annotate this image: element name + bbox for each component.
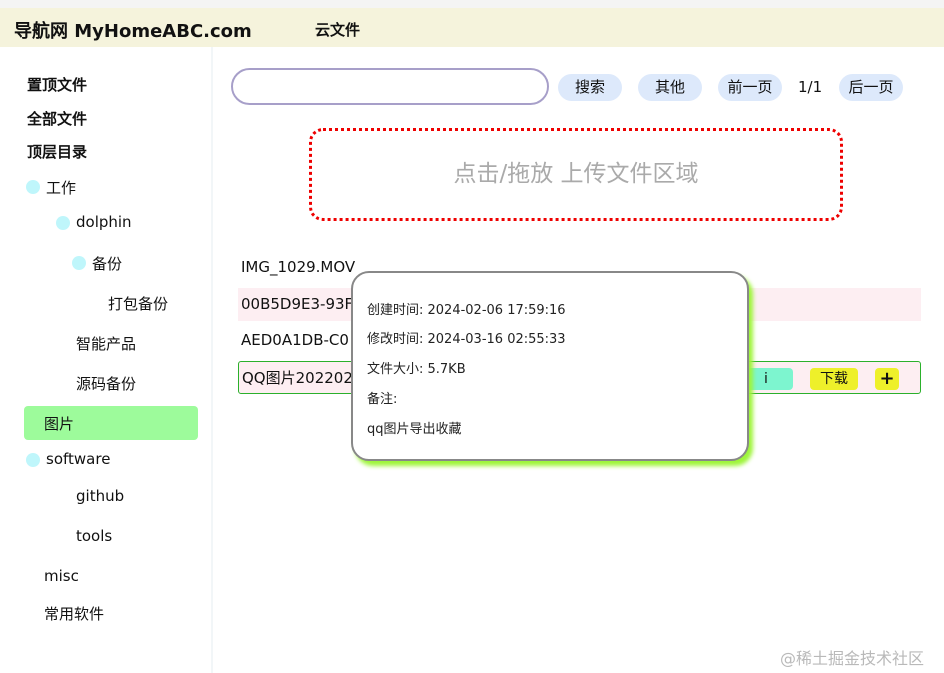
page-indicator: 1/1 (798, 78, 822, 96)
upload-dropzone[interactable]: 点击/拖放 上传文件区域 (309, 128, 843, 221)
file-name: IMG_1029.MOV (241, 258, 355, 276)
folder-tools[interactable]: tools (76, 527, 112, 545)
folder-github[interactable]: github (76, 487, 124, 505)
header: 导航网 MyHomeABC.com 云文件 (0, 8, 944, 47)
file-name: 00B5D9E3-93F (241, 295, 353, 313)
folder-work[interactable]: 工作 (46, 177, 76, 198)
note-text: qq图片导出收藏 (367, 418, 462, 437)
created-time: 创建时间: 2024-02-06 17:59:16 (367, 299, 566, 318)
file-size: 文件大小: 5.7KB (367, 358, 466, 377)
note-label: 备注: (367, 388, 397, 407)
folder-backup[interactable]: 备份 (92, 253, 122, 274)
brand-link[interactable]: 导航网 MyHomeABC.com (14, 17, 252, 43)
folder-pictures[interactable]: 图片 (44, 413, 74, 434)
folder-misc[interactable]: misc (44, 567, 79, 585)
search-input[interactable] (231, 68, 549, 105)
folder-smart-products[interactable]: 智能产品 (76, 333, 136, 354)
folder-common-software[interactable]: 常用软件 (44, 603, 104, 624)
prev-page-button[interactable]: 前一页 (718, 74, 782, 101)
folder-software[interactable]: software (46, 450, 110, 468)
top-strip (0, 0, 944, 8)
folder-dot-icon (72, 256, 86, 270)
folder-dot-icon (26, 180, 40, 194)
add-button[interactable]: + (875, 368, 899, 390)
sidebar-item-pinned[interactable]: 置顶文件 (27, 74, 87, 95)
nav-cloud-files[interactable]: 云文件 (315, 19, 360, 40)
modified-time: 修改时间: 2024-03-16 02:55:33 (367, 328, 566, 347)
folder-dot-icon (56, 216, 70, 230)
file-name: QQ图片202202 (242, 369, 353, 387)
file-info-tooltip: 创建时间: 2024-02-06 17:59:16 修改时间: 2024-03-… (351, 271, 749, 461)
folder-dolphin[interactable]: dolphin (76, 213, 132, 231)
file-name: AED0A1DB-C0 (241, 331, 349, 349)
sidebar-item-top[interactable]: 顶层目录 (27, 141, 87, 162)
watermark: @稀土掘金技术社区 (780, 645, 924, 669)
download-button[interactable]: 下载 (810, 368, 858, 390)
folder-pack-backup[interactable]: 打包备份 (108, 293, 168, 314)
folder-source-backup[interactable]: 源码备份 (76, 373, 136, 394)
next-page-button[interactable]: 后一页 (839, 74, 903, 101)
search-button[interactable]: 搜索 (558, 74, 622, 101)
sidebar: 置顶文件 全部文件 顶层目录 工作 dolphin 备份 打包备份 智能产品 源… (0, 47, 213, 673)
other-button[interactable]: 其他 (638, 74, 702, 101)
sidebar-item-all[interactable]: 全部文件 (27, 108, 87, 129)
folder-dot-icon (26, 453, 40, 467)
